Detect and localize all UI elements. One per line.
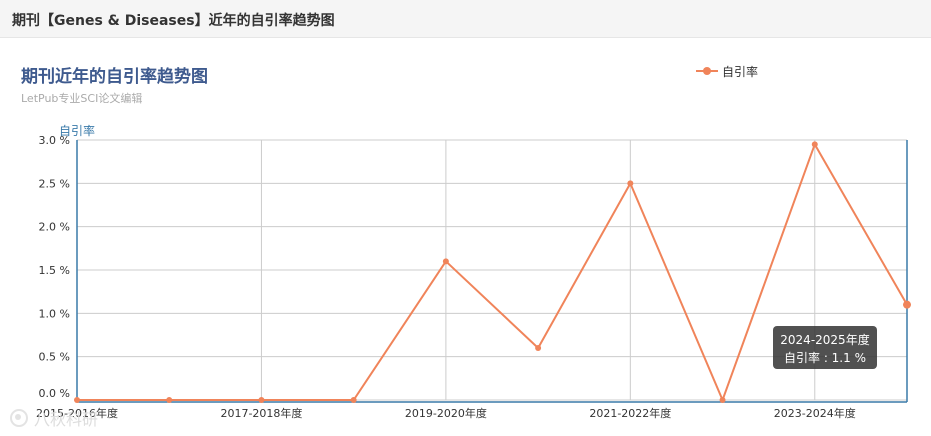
x-tick-label: 2017-2018年度: [220, 406, 302, 420]
tooltip-title: 2024-2025年度: [780, 333, 870, 347]
y-tick-label: 1.5 %: [39, 264, 70, 277]
x-tick-label: 2019-2020年度: [405, 406, 487, 420]
chart-tooltip: 2024-2025年度 自引率 : 1.1 %: [773, 326, 877, 369]
data-point: [442, 258, 449, 265]
data-point: [350, 397, 357, 403]
x-tick-label: 2021-2022年度: [589, 406, 671, 420]
data-point: [719, 397, 726, 403]
y-tick-label: 2.0 %: [39, 221, 70, 234]
data-point: [258, 397, 265, 403]
tooltip-value: 自引率 : 1.1 %: [784, 351, 866, 365]
y-tick-label: 2.5 %: [39, 177, 70, 190]
data-point: [903, 300, 911, 309]
y-tick-label: 0.0 %: [39, 387, 70, 400]
data-point: [535, 345, 542, 351]
y-tick-label: 3.0 %: [39, 134, 70, 147]
data-point: [74, 397, 80, 403]
watermark-text: 八秋科研: [34, 410, 99, 429]
data-point: [166, 397, 173, 403]
line-chart: 3.0 %2.5 %2.0 %1.5 %1.0 %0.5 %0.0 %2015-…: [36, 134, 911, 420]
watermark-logo-icon: [10, 409, 28, 427]
y-tick-label: 1.0 %: [39, 307, 70, 320]
x-tick-label: 2023-2024年度: [774, 406, 856, 420]
watermark: 八秋科研: [10, 406, 98, 430]
data-point: [627, 180, 634, 187]
data-point: [811, 141, 818, 148]
y-tick-label: 0.5 %: [39, 351, 70, 364]
